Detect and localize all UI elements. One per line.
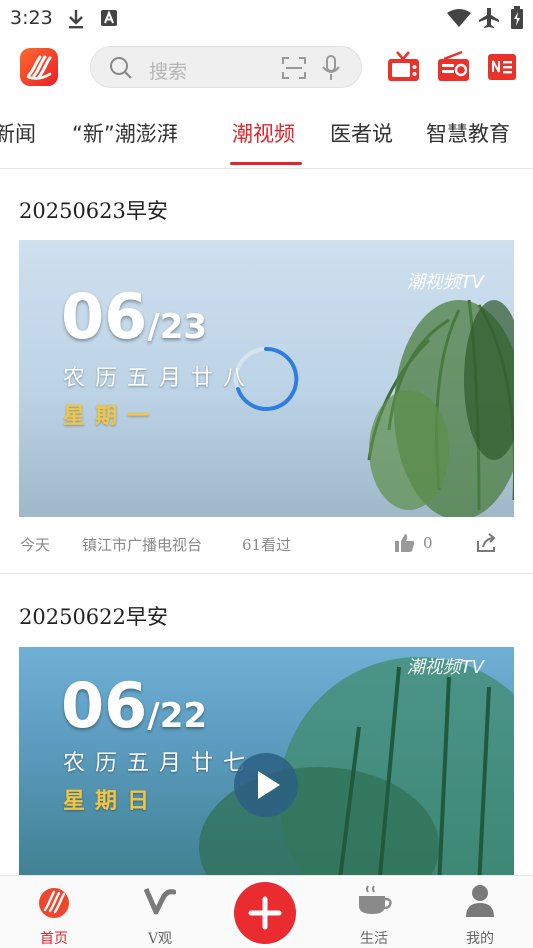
video-thumbnail[interactable]: 06/22 农历五月廿七 星期日 潮视频TV (19, 647, 514, 875)
video-title[interactable]: 20250622早安 (19, 601, 168, 631)
view-count: 61看过 (242, 536, 292, 554)
scan-icon[interactable] (281, 56, 307, 80)
tab-new-chaopengpai[interactable]: “新”潮澎湃 (72, 118, 178, 148)
status-time: 3:23 (10, 7, 53, 29)
wifi-icon (447, 9, 471, 27)
thumb-date: 06/22 (61, 669, 208, 742)
loading-spinner-icon (234, 346, 299, 411)
thumb-lunar-date: 农历五月廿七 (63, 751, 256, 776)
play-button-icon[interactable] (234, 753, 298, 817)
nav-v-view[interactable]: V观 (120, 876, 200, 948)
download-icon (69, 10, 83, 29)
thumb-brand: 潮视频TV (406, 272, 484, 293)
app-logo-icon[interactable] (20, 48, 58, 86)
willow-tree-image (367, 299, 514, 517)
video-title[interactable]: 20250623早安 (19, 195, 168, 225)
plus-icon (248, 896, 282, 930)
tab-doctor-says[interactable]: 医者说 (330, 118, 393, 148)
battery-icon (511, 6, 523, 29)
tab-smart-education[interactable]: 智慧教育 (426, 118, 510, 148)
coffee-cup-icon (359, 885, 392, 914)
thumb-lunar-date: 农历五月廿八 (63, 366, 256, 391)
source-name[interactable]: 镇江市广播电视台 (82, 534, 202, 555)
tab-news[interactable]: 新闻 (0, 118, 36, 148)
font-icon (101, 10, 117, 26)
thumb-weekday: 星期日 (63, 789, 160, 814)
mic-icon[interactable] (321, 55, 341, 81)
thumb-weekday: 星期一 (63, 404, 160, 429)
radio-icon[interactable] (436, 50, 472, 84)
video-thumbnail[interactable]: 06/23 农历五月廿八 星期一 潮视频TV (19, 240, 514, 517)
search-icon (110, 57, 132, 79)
top-bar: 搜索 (0, 36, 533, 100)
status-bar: 3:23 (0, 0, 533, 36)
tab-chao-video[interactable]: 潮视频 (232, 118, 295, 148)
airplane-icon (479, 8, 499, 28)
tv-icon[interactable] (386, 50, 422, 84)
news-paper-icon[interactable] (486, 50, 522, 84)
publish-plus-button[interactable] (234, 882, 296, 944)
search-placeholder: 搜索 (149, 61, 188, 83)
share-icon[interactable] (476, 533, 498, 553)
nav-life[interactable]: 生活 (334, 876, 414, 948)
channel-tabs: 新闻 “新”潮澎湃 潮视频 医者说 智慧教育 (0, 100, 533, 169)
like-count: 0 (423, 534, 433, 552)
like-icon[interactable] (394, 533, 416, 553)
nav-label: 首页 (40, 931, 68, 947)
nav-label: 生活 (360, 931, 388, 947)
nav-label: 我的 (466, 931, 494, 947)
video-feed: 20250623早安 06/23 农历五月廿八 星期一 潮视频TV 今天 镇江市… (0, 169, 533, 875)
active-tab-indicator (230, 162, 302, 165)
nav-mine[interactable]: 我的 (440, 876, 520, 948)
video-meta-row: 今天 镇江市广播电视台 61看过 0 (0, 517, 533, 574)
bottom-navigation: 首页 V观 生活 我的 (0, 875, 533, 948)
nav-label: V观 (147, 931, 173, 947)
nav-home[interactable]: 首页 (14, 876, 94, 948)
thumb-date: 06/23 (61, 280, 208, 353)
v-icon (144, 888, 176, 915)
home-logo-icon (39, 888, 69, 918)
publish-time: 今天 (20, 536, 51, 554)
user-icon (466, 885, 494, 917)
thumb-brand: 潮视频TV (406, 657, 484, 678)
search-bar[interactable]: 搜索 (90, 46, 362, 88)
